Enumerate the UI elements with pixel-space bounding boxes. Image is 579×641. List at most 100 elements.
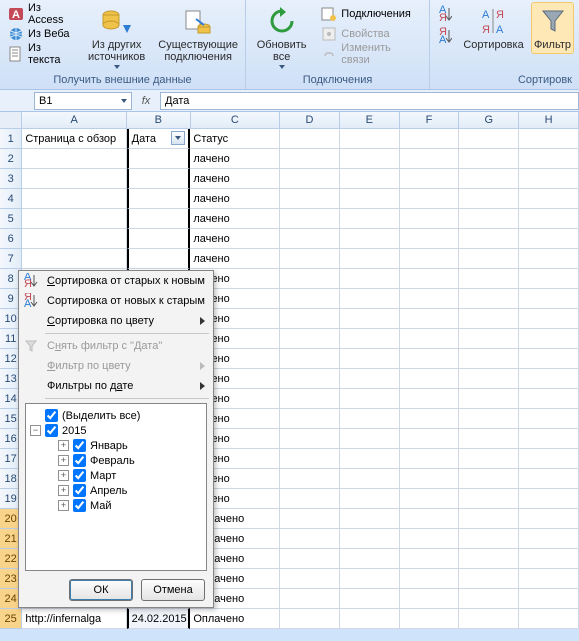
cell[interactable]	[280, 389, 340, 409]
cell[interactable]	[280, 289, 340, 309]
cell[interactable]	[340, 469, 400, 489]
cell[interactable]	[459, 589, 519, 609]
checkbox[interactable]	[73, 469, 86, 482]
cell[interactable]	[400, 549, 460, 569]
cell[interactable]	[459, 309, 519, 329]
cell[interactable]	[519, 129, 579, 149]
cell[interactable]	[459, 349, 519, 369]
cell[interactable]	[519, 169, 579, 189]
collapse-icon[interactable]: −	[30, 425, 41, 436]
cell[interactable]	[280, 149, 340, 169]
existing-connections-button[interactable]: Существующие подключения	[155, 2, 241, 66]
col-header[interactable]: G	[459, 112, 519, 129]
other-sources-button[interactable]: Из других источников	[82, 2, 151, 72]
row-header[interactable]: 25	[0, 609, 22, 629]
col-header[interactable]: B	[127, 112, 191, 129]
cell[interactable]	[459, 569, 519, 589]
cell[interactable]: лачено	[190, 149, 279, 169]
cell[interactable]	[22, 209, 126, 229]
cell[interactable]	[280, 249, 340, 269]
from-access-button[interactable]: AИз Access	[4, 4, 78, 24]
cell[interactable]	[22, 189, 126, 209]
cell[interactable]	[400, 409, 460, 429]
cell[interactable]	[127, 189, 191, 209]
cell[interactable]	[280, 509, 340, 529]
cell[interactable]	[459, 529, 519, 549]
cell[interactable]	[459, 209, 519, 229]
cell[interactable]	[400, 569, 460, 589]
cell[interactable]	[400, 329, 460, 349]
cell[interactable]: http://infernalga	[22, 609, 126, 629]
checkbox[interactable]	[73, 499, 86, 512]
date-filters[interactable]: Фильтры по дате	[19, 376, 213, 396]
cell[interactable]	[280, 269, 340, 289]
expand-icon[interactable]: +	[58, 455, 69, 466]
expand-icon[interactable]: +	[58, 440, 69, 451]
cell[interactable]	[400, 249, 460, 269]
cell[interactable]	[280, 609, 340, 629]
cell[interactable]	[22, 169, 126, 189]
cell[interactable]	[519, 569, 579, 589]
cell[interactable]	[459, 469, 519, 489]
checkbox[interactable]	[73, 439, 86, 452]
cell[interactable]	[400, 289, 460, 309]
cell[interactable]	[459, 609, 519, 629]
cell[interactable]	[519, 229, 579, 249]
cell[interactable]: лачено	[190, 189, 279, 209]
cell[interactable]	[459, 229, 519, 249]
connections-button[interactable]: Подключения	[317, 4, 425, 24]
col-header[interactable]: H	[519, 112, 579, 129]
sort-button[interactable]: АЯЯА Сортировка	[460, 2, 527, 54]
col-header[interactable]: A	[22, 112, 127, 129]
cell[interactable]	[519, 289, 579, 309]
row-header[interactable]: 3	[0, 169, 22, 189]
cell[interactable]	[127, 229, 191, 249]
cell[interactable]	[400, 389, 460, 409]
cell[interactable]	[459, 329, 519, 349]
cell[interactable]	[280, 409, 340, 429]
cell[interactable]	[459, 249, 519, 269]
tree-item-select-all[interactable]: (Выделить все)	[30, 408, 202, 423]
cell[interactable]	[400, 189, 460, 209]
row-header[interactable]: 7	[0, 249, 22, 269]
cell[interactable]	[280, 449, 340, 469]
expand-icon[interactable]: +	[58, 470, 69, 481]
row-header[interactable]: 5	[0, 209, 22, 229]
cell[interactable]	[519, 489, 579, 509]
sort-by-color[interactable]: Сортировка по цвету	[19, 311, 213, 331]
row-header[interactable]: 2	[0, 149, 22, 169]
expand-icon[interactable]: +	[58, 485, 69, 496]
cell[interactable]	[280, 549, 340, 569]
cell[interactable]	[280, 429, 340, 449]
cell[interactable]	[280, 369, 340, 389]
cell[interactable]	[340, 129, 400, 149]
expand-icon[interactable]: +	[58, 500, 69, 511]
sort-oldest-newest[interactable]: АЯСортировка от старых к новым	[19, 271, 213, 291]
cell[interactable]	[340, 489, 400, 509]
cell[interactable]	[280, 349, 340, 369]
cell[interactable]	[340, 349, 400, 369]
from-text-button[interactable]: Из текста	[4, 44, 78, 64]
cell[interactable]	[519, 529, 579, 549]
cell[interactable]	[519, 269, 579, 289]
col-header[interactable]: D	[280, 112, 340, 129]
tree-item-month[interactable]: +Апрель	[30, 483, 202, 498]
cell[interactable]	[400, 309, 460, 329]
cell[interactable]	[340, 289, 400, 309]
cell[interactable]	[340, 249, 400, 269]
cell[interactable]	[280, 209, 340, 229]
cell[interactable]	[400, 149, 460, 169]
cell[interactable]	[459, 189, 519, 209]
cell[interactable]	[280, 309, 340, 329]
cell[interactable]	[519, 349, 579, 369]
cell[interactable]: лачено	[190, 209, 279, 229]
cell[interactable]	[340, 309, 400, 329]
cell[interactable]	[280, 529, 340, 549]
cell[interactable]	[400, 589, 460, 609]
tree-item-month[interactable]: +Май	[30, 498, 202, 513]
cell[interactable]	[400, 349, 460, 369]
cell[interactable]: 24.02.2015	[127, 609, 191, 629]
cell[interactable]	[280, 489, 340, 509]
cell[interactable]: лачено	[190, 229, 279, 249]
cell[interactable]	[519, 449, 579, 469]
